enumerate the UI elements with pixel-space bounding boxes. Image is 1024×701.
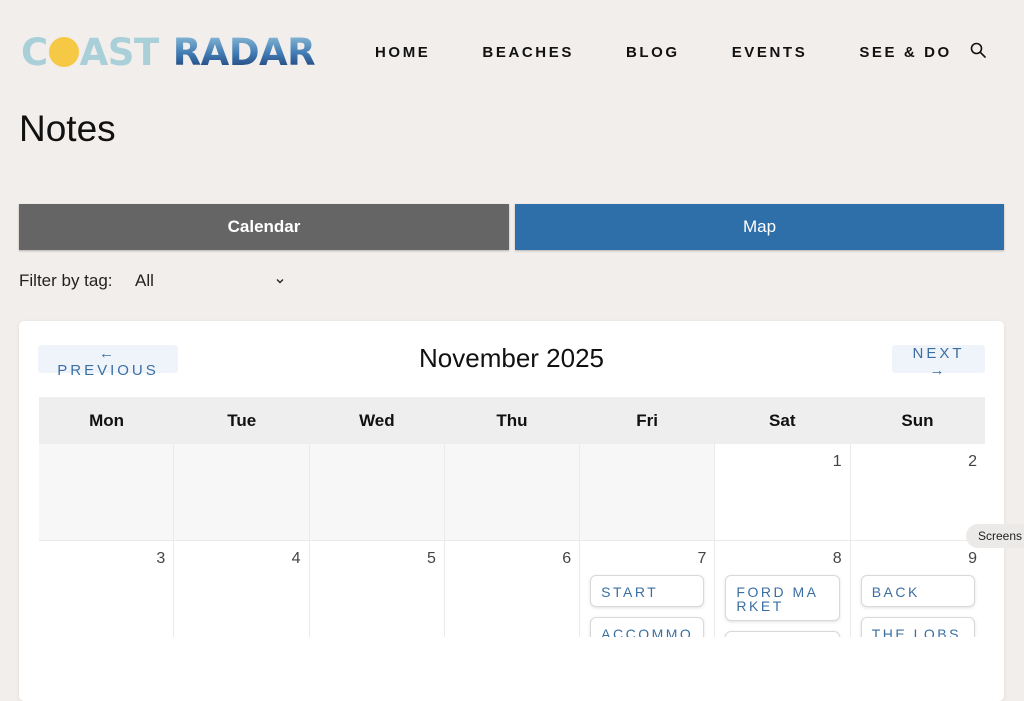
weekday-tue: Tue [227, 410, 257, 430]
weekday-sat: Sat [769, 410, 796, 430]
tag-filter-select[interactable]: All [135, 271, 287, 291]
nav-item-beaches[interactable]: BEACHES [482, 44, 574, 61]
calendar-day[interactable]: 7 START ACCOMMODATION [580, 541, 715, 637]
logo-text-ast: AST [79, 30, 160, 74]
calendar-day[interactable]: 8 FORD MARKET THE BEACH CLUB | [715, 541, 850, 637]
weekday-thu: Thu [496, 410, 528, 430]
calendar-grid: 1 2 3 4 5 6 7 START ACCOMMODATION 8 FORD MARKET THE… [39, 444, 985, 637]
weekday-mon: Mon [89, 410, 125, 430]
filter-label: Filter by tag: [19, 271, 113, 290]
calendar-day-empty [39, 444, 174, 540]
calendar-day-empty [444, 444, 580, 540]
screenshot-tab[interactable]: Screens [966, 524, 1024, 548]
map-view-button[interactable]: Map [515, 204, 1004, 250]
weekday-header: Mon Tue Wed Thu Fri Sat Sun [39, 397, 985, 444]
calendar-day[interactable]: 6 [444, 541, 580, 637]
day-events: FORD MARKET THE BEACH CLUB | [725, 575, 840, 637]
calendar-view-button[interactable]: Calendar [19, 204, 509, 250]
calendar-day[interactable]: 2 [850, 444, 985, 540]
day-number: 3 [156, 550, 166, 567]
logo-text-radar: RADAR [172, 30, 316, 74]
event-chip[interactable]: START [590, 575, 705, 607]
day-events: START ACCOMMODATION [590, 575, 705, 637]
day-number: 1 [832, 453, 842, 470]
nav-item-blog[interactable]: BLOG [626, 44, 680, 61]
day-number: 5 [426, 550, 436, 567]
event-chip[interactable]: THE BEACH CLUB | [725, 631, 840, 637]
day-number: 9 [968, 550, 977, 567]
site-logo[interactable]: C AST RADAR [21, 30, 316, 74]
day-number: 4 [291, 550, 301, 567]
calendar-day-empty [580, 444, 715, 540]
logo-letter-c: C [21, 30, 48, 74]
month-title: November 2025 [419, 343, 604, 373]
calendar-day[interactable]: 4 [174, 541, 309, 637]
calendar-day[interactable]: 1 [715, 444, 850, 540]
calendar-day-empty [309, 444, 444, 540]
calendar-day[interactable]: 9 BACK THE LOBSTER POT | WEST [850, 541, 985, 637]
calendar-day[interactable]: 3 [39, 541, 174, 637]
weekday-fri: Fri [636, 410, 658, 430]
chevron-down-icon [276, 279, 284, 284]
day-number: 7 [697, 550, 707, 567]
nav-item-see-and-do[interactable]: SEE & DO [859, 44, 951, 61]
calendar-day-empty [174, 444, 309, 540]
calendar: ← PREVIOUS November 2025 NEXT → Mon Tue … [19, 321, 1004, 701]
day-number: 2 [968, 453, 977, 470]
weekday-wed: Wed [359, 410, 395, 430]
tag-filter-value: All [135, 271, 154, 290]
event-chip[interactable]: ACCOMMODATION [590, 617, 705, 637]
event-chip[interactable]: BACK [860, 575, 975, 607]
day-events: BACK THE LOBSTER POT | WEST [860, 575, 975, 637]
weekday-sun: Sun [901, 410, 934, 430]
sun-icon [48, 37, 79, 67]
event-chip[interactable]: FORD MARKET [725, 575, 840, 621]
day-number: 8 [832, 550, 842, 567]
nav-item-home[interactable]: HOME [375, 44, 430, 61]
calendar-day[interactable]: 5 [309, 541, 444, 637]
main-nav: HOME BEACHES BLOG EVENTS SEE & DO [375, 44, 952, 61]
day-number: 6 [562, 550, 572, 567]
next-month-button[interactable]: NEXT → [892, 345, 985, 379]
page-title: Notes [19, 108, 116, 149]
search-icon[interactable] [970, 42, 986, 58]
event-chip[interactable]: THE LOBSTER POT | WEST [860, 617, 975, 637]
nav-item-events[interactable]: EVENTS [732, 44, 808, 61]
